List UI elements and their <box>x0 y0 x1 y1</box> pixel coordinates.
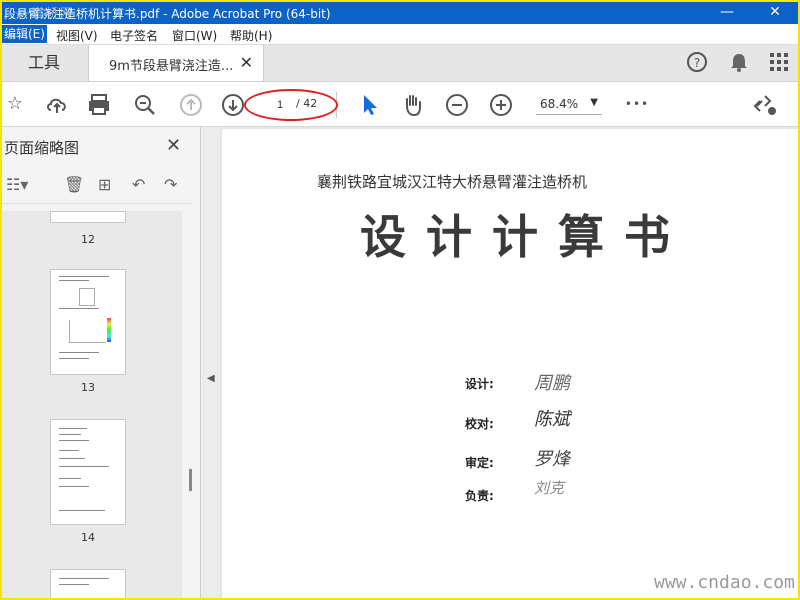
select-arrow-icon[interactable] <box>356 92 382 118</box>
tab-tools[interactable]: 工具 <box>2 45 86 81</box>
thumbnail-page-14[interactable] <box>50 419 126 525</box>
zoom-out-icon[interactable] <box>444 92 470 118</box>
thumb-chart <box>69 320 106 343</box>
signature-approve: 罗烽 <box>534 449 570 470</box>
options-menu-icon[interactable]: ☷▾ <box>6 175 28 194</box>
chevron-down-icon: ▼ <box>590 97 598 108</box>
sidebar-toolbar: ☷▾ 🗑 ⊞ ↶ ↷ <box>2 167 192 204</box>
document-subtitle: 襄荆铁路宜城汉江特大桥悬臂灌注造桥机 <box>316 173 587 191</box>
thumb-text-line <box>59 584 89 585</box>
star-icon[interactable]: ☆ <box>2 92 28 118</box>
thumb-text-line <box>59 358 89 359</box>
thumb-text-line <box>59 450 79 451</box>
insert-page-icon[interactable]: ⊞ <box>98 175 111 194</box>
thumb-text-line <box>59 428 87 429</box>
thumb-text-line <box>59 458 85 459</box>
menu-bar: 编辑(E) 视图(V) 电子签名 窗口(W) 帮助(H) <box>2 24 798 45</box>
bell-icon[interactable] <box>728 51 750 73</box>
search-zoom-icon[interactable] <box>132 92 158 118</box>
title-bar: 段悬臂浇注造桥机计算书.pdf - Adobe Acrobat Pro (64-… <box>2 2 798 24</box>
menu-view[interactable]: 视图(V) <box>56 27 98 44</box>
thumb-text-line <box>59 486 89 487</box>
prev-page-icon[interactable] <box>178 92 204 118</box>
menu-help[interactable]: 帮助(H) <box>230 27 272 44</box>
tab-document-label: 9m节段悬臂浇注造... <box>109 59 234 74</box>
tab-document[interactable]: 9m节段悬臂浇注造... ✕ <box>88 45 264 81</box>
thumbnail-label: 12 <box>81 233 95 246</box>
sidebar-title: 页面缩略图 <box>4 139 80 157</box>
document-viewer: 襄荆铁路宜城汉江特大桥悬臂灌注造桥机 设计计算书 设计: 周鹏 校对: 陈斌 审… <box>220 127 798 598</box>
thumb-text-line <box>59 352 99 353</box>
rotate-left-icon[interactable]: ↶ <box>132 175 145 194</box>
hand-tool-icon[interactable] <box>400 92 426 118</box>
app-frame: 段悬臂浇注造桥机计算书.pdf - Adobe Acrobat Pro (64-… <box>0 0 800 600</box>
sig-label-check: 校对: <box>465 417 494 431</box>
sidebar-collapse-bar[interactable]: ◀ <box>202 127 220 598</box>
help-icon-glyph: ? <box>694 56 700 70</box>
thumb-text-line <box>59 578 109 579</box>
thumbnail-scrollbar[interactable] <box>182 211 200 598</box>
page-number-highlight <box>244 89 338 121</box>
thumb-text-line <box>59 440 89 441</box>
thumb-text-line <box>59 478 81 479</box>
signature-responsible: 刘克 <box>534 479 565 497</box>
share-link-icon[interactable] <box>752 92 778 118</box>
top-watermark: 道桥网 <box>32 6 75 20</box>
tab-bar: 工具 9m节段悬臂浇注造... ✕ ? <box>2 45 798 82</box>
menu-esign[interactable]: 电子签名 <box>110 27 158 44</box>
main-toolbar: ☆ / 42 <box>2 82 798 127</box>
thumbnail-page-13[interactable] <box>50 269 126 375</box>
tab-close-icon[interactable]: ✕ <box>240 53 253 72</box>
document-title: 设计计算书 <box>360 210 690 264</box>
sig-label-design: 设计: <box>465 377 494 391</box>
zoom-in-icon[interactable] <box>488 92 514 118</box>
signature-check: 陈斌 <box>534 409 570 430</box>
menu-window[interactable]: 窗口(W) <box>172 27 217 44</box>
rotate-right-icon[interactable]: ↷ <box>164 175 177 194</box>
collapse-arrow-icon[interactable]: ◀ <box>207 373 215 384</box>
thumb-text-line <box>59 510 105 511</box>
site-watermark: www.cndao.com <box>654 572 795 593</box>
signature-design: 周鹏 <box>534 373 570 394</box>
print-icon[interactable] <box>86 92 112 118</box>
thumbnail-scroll-handle[interactable] <box>189 469 192 491</box>
thumb-text-line <box>59 434 81 435</box>
sig-label-approve: 审定: <box>465 456 494 470</box>
zoom-select[interactable]: 68.4% ▼ <box>536 96 602 115</box>
thumbnail-list: 12 13 14 <box>2 211 182 598</box>
menu-edit[interactable]: 编辑(E) <box>2 25 47 43</box>
thumbnail-page-15[interactable] <box>50 569 126 598</box>
help-icon[interactable]: ? <box>686 51 708 73</box>
thumbnail-label: 14 <box>81 531 95 544</box>
thumb-text-line <box>59 466 109 467</box>
thumbnail-page-12[interactable] <box>50 211 126 223</box>
upload-cloud-icon[interactable] <box>44 92 70 118</box>
zoom-value: 68.4% <box>540 97 579 111</box>
close-window-button[interactable]: ✕ <box>752 2 798 24</box>
thumb-colorbar <box>107 318 111 342</box>
sidebar-close-icon[interactable]: ✕ <box>166 135 181 156</box>
thumbnail-label: 13 <box>81 381 95 394</box>
sig-label-responsible: 负责: <box>465 489 494 503</box>
thumb-figure <box>79 288 95 306</box>
thumb-text-line <box>59 276 109 277</box>
more-tools-icon[interactable]: ••• <box>624 92 650 118</box>
next-page-icon[interactable] <box>220 92 246 118</box>
thumb-text-line <box>59 308 99 309</box>
document-page: 襄荆铁路宜城汉江特大桥悬臂灌注造桥机 设计计算书 设计: 周鹏 校对: 陈斌 审… <box>222 129 798 598</box>
thumb-text-line <box>59 280 89 281</box>
delete-page-icon[interactable]: 🗑 <box>64 175 84 194</box>
minimize-button[interactable]: — <box>704 2 750 24</box>
thumbnail-sidebar: 页面缩略图 ✕ ☷▾ 🗑 ⊞ ↶ ↷ 12 13 14 <box>2 127 201 598</box>
apps-grid-icon[interactable] <box>768 51 790 73</box>
